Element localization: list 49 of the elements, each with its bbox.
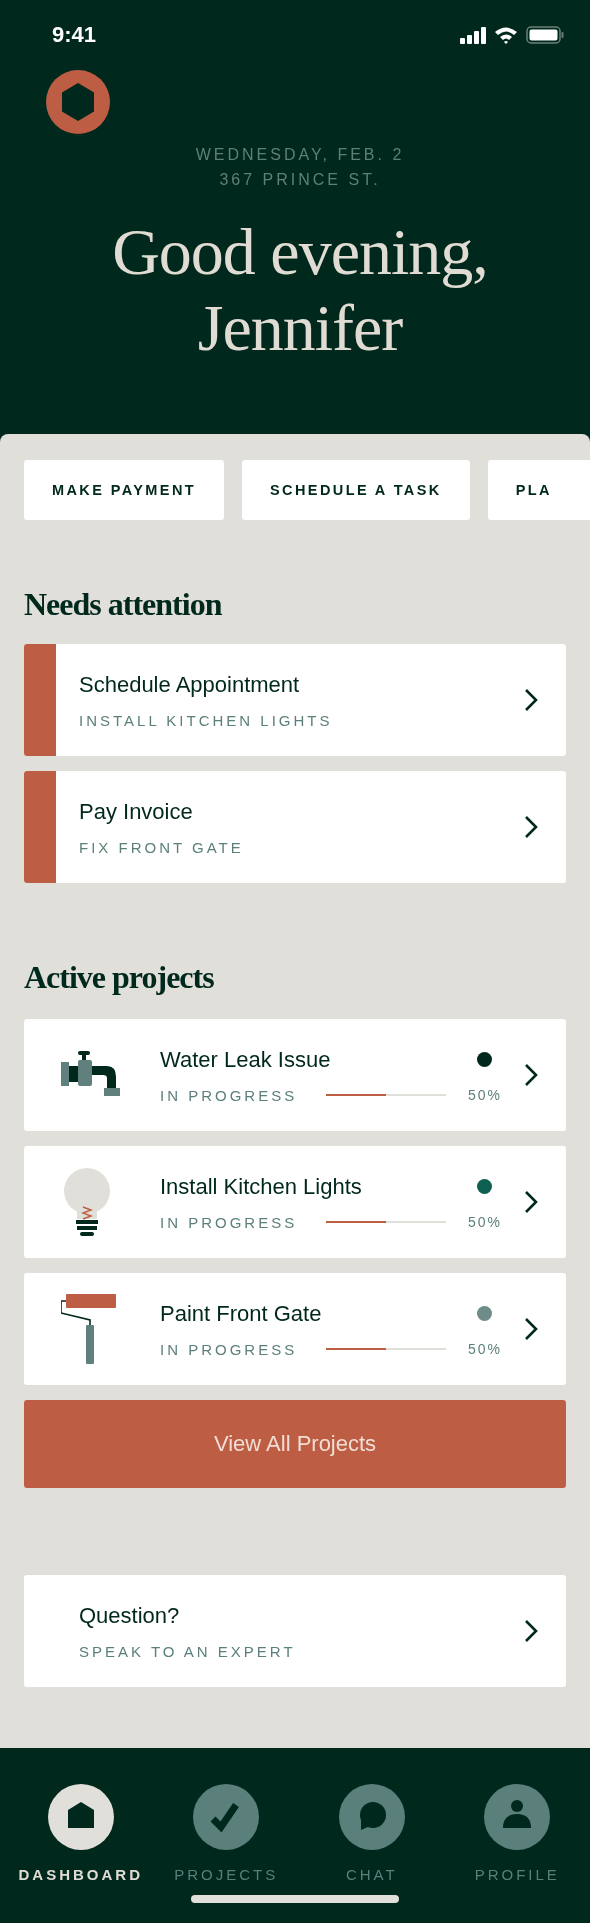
chevron-icon (524, 1063, 538, 1087)
card-subtitle: INSTALL KITCHEN LIGHTS (79, 711, 334, 729)
signal-icon (460, 26, 486, 44)
project-title: Water Leak Issue (160, 1046, 332, 1073)
person-icon (484, 1784, 551, 1850)
question-card[interactable]: Question? SPEAK TO AN EXPERT (24, 1575, 566, 1687)
section-title: Active projects (24, 959, 215, 995)
progress-percent: 50% (467, 1214, 502, 1230)
quick-action-button[interactable]: SCHEDULE A TASK (242, 460, 470, 520)
card-subtitle: FIX FRONT GATE (79, 838, 245, 856)
check-icon (193, 1784, 260, 1850)
battery-icon (526, 26, 564, 44)
card-title: Pay Invoice (79, 798, 194, 825)
project-card[interactable]: Install Kitchen Lights IN PROGRESS 50% (24, 1146, 566, 1258)
progress-percent: 50% (467, 1087, 502, 1103)
attention-card[interactable]: Schedule Appointment INSTALL KITCHEN LIGHTS (24, 644, 566, 756)
address-text: 367 PRINCE ST. (218, 170, 382, 190)
card-subtitle: SPEAK TO AN EXPERT (79, 1642, 297, 1660)
project-status: IN PROGRESS (160, 1086, 298, 1104)
card-title: Question? (79, 1602, 181, 1629)
project-card[interactable]: Paint Front Gate IN PROGRESS 50% (24, 1273, 566, 1385)
project-card[interactable]: Water Leak Issue IN PROGRESS 50% (24, 1019, 566, 1131)
quick-action-button[interactable]: MAKE PAYMENT (24, 460, 224, 520)
attention-card[interactable]: Pay Invoice FIX FRONT GATE (24, 771, 566, 883)
home-icon (47, 1784, 114, 1850)
chevron-icon (524, 688, 538, 712)
logo-icon[interactable] (46, 70, 110, 134)
nav-tab[interactable]: CHAT (299, 1784, 445, 1883)
chevron-icon (524, 1619, 538, 1643)
chevron-icon (524, 815, 538, 839)
faucet-icon (61, 1051, 121, 1099)
project-title: Paint Front Gate (160, 1300, 323, 1327)
quick-action-button[interactable]: PLA (487, 460, 590, 520)
nav-tab[interactable]: PROJECTS (153, 1784, 299, 1883)
card-title: Schedule Appointment (79, 671, 301, 698)
status-time: 9:41 (52, 22, 97, 48)
nav-tab[interactable]: DASHBOARD (8, 1784, 154, 1883)
date-text: WEDNESDAY, FEB. 2 (194, 145, 406, 165)
chevron-icon (524, 1190, 538, 1214)
chevron-icon (524, 1317, 538, 1341)
project-status: IN PROGRESS (160, 1340, 298, 1358)
wifi-icon (494, 26, 518, 44)
nav-tab[interactable]: PROFILE (444, 1784, 590, 1883)
project-title: Install Kitchen Lights (160, 1173, 363, 1200)
chat-icon (338, 1784, 405, 1850)
section-title: Needs attention (24, 586, 223, 622)
greeting-title: Good evening, Jennifer (111, 214, 489, 366)
project-status: IN PROGRESS (160, 1213, 298, 1231)
progress-percent: 50% (467, 1341, 502, 1357)
